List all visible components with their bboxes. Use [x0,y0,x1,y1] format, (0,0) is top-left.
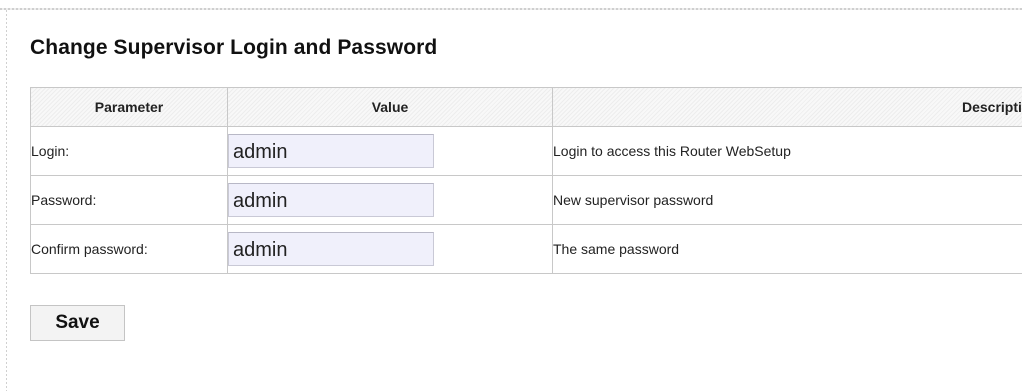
confirm-password-label: Confirm password: [30,224,228,274]
column-header-value: Value [227,87,553,127]
table-row-login: Login: Login to access this Router WebSe… [30,126,1022,176]
table-row-password: Password: New supervisor password [30,175,1022,225]
login-field[interactable] [228,134,434,168]
login-description: Login to access this Router WebSetup [552,126,1022,176]
parameters-table: Parameter Value Description Login: Login… [30,87,1022,274]
password-label: Password: [30,175,228,225]
password-description: New supervisor password [552,175,1022,225]
login-label: Login: [30,126,228,176]
confirm-password-field[interactable] [228,232,434,266]
table-header-row: Parameter Value Description [30,87,1022,127]
top-divider [0,8,1022,10]
left-divider [6,10,7,391]
confirm-password-value-cell [227,224,553,274]
password-value-cell [227,175,553,225]
login-value-cell [227,126,553,176]
page: Change Supervisor Login and Password Par… [0,0,1022,391]
confirm-password-description: The same password [552,224,1022,274]
save-button[interactable]: Save [30,305,125,341]
column-header-parameter: Parameter [30,87,228,127]
page-title: Change Supervisor Login and Password [30,36,438,59]
column-header-description: Description [552,87,1022,127]
password-field[interactable] [228,183,434,217]
table-row-confirm-password: Confirm password: The same password [30,224,1022,274]
